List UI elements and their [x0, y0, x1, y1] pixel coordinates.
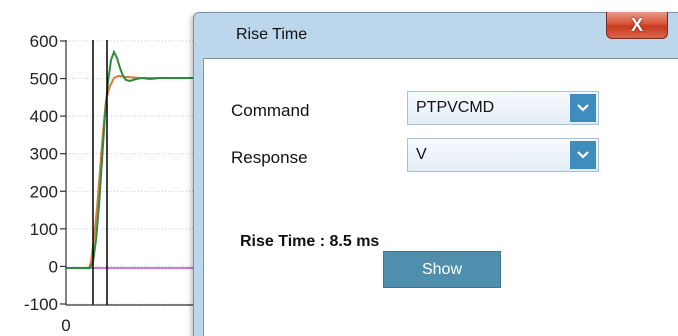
show-button[interactable]: Show	[383, 251, 501, 288]
close-button[interactable]: X	[606, 12, 668, 39]
command-dropdown-value: PTPVCMD	[416, 99, 495, 116]
command-label: Command	[231, 101, 310, 120]
x-tick-label: 0	[61, 316, 70, 335]
close-icon: X	[630, 14, 643, 35]
series-layer	[66, 49, 193, 269]
y-tick-label: -100	[24, 295, 58, 314]
response-dropdown[interactable]: V	[407, 138, 599, 172]
response-label: Response	[231, 148, 308, 167]
command-series-line	[66, 74, 193, 269]
dialog-title: Rise Time	[236, 26, 308, 43]
y-tick-label: 200	[30, 182, 58, 201]
y-tick-label: 600	[30, 32, 58, 51]
y-tick-label: 300	[30, 145, 58, 164]
y-tick-label: 500	[30, 70, 58, 89]
response-dropdown-value: V	[416, 146, 427, 163]
y-tick-label: 400	[30, 107, 58, 126]
rise-time-dialog: Rise Time X Command PTPVCMD Response V R…	[193, 12, 678, 336]
chevron-down-icon[interactable]	[570, 141, 596, 169]
y-tick-label: 0	[49, 257, 58, 276]
y-tick-label: 100	[30, 220, 58, 239]
rise-time-result: Rise Time : 8.5 ms	[240, 233, 380, 250]
response-series-line	[66, 49, 193, 269]
dialog-client-area: Command PTPVCMD Response V Rise Time : 8…	[203, 58, 678, 336]
chevron-down-icon[interactable]	[570, 94, 596, 122]
command-dropdown[interactable]: PTPVCMD	[407, 91, 599, 125]
y-axis	[65, 40, 193, 306]
